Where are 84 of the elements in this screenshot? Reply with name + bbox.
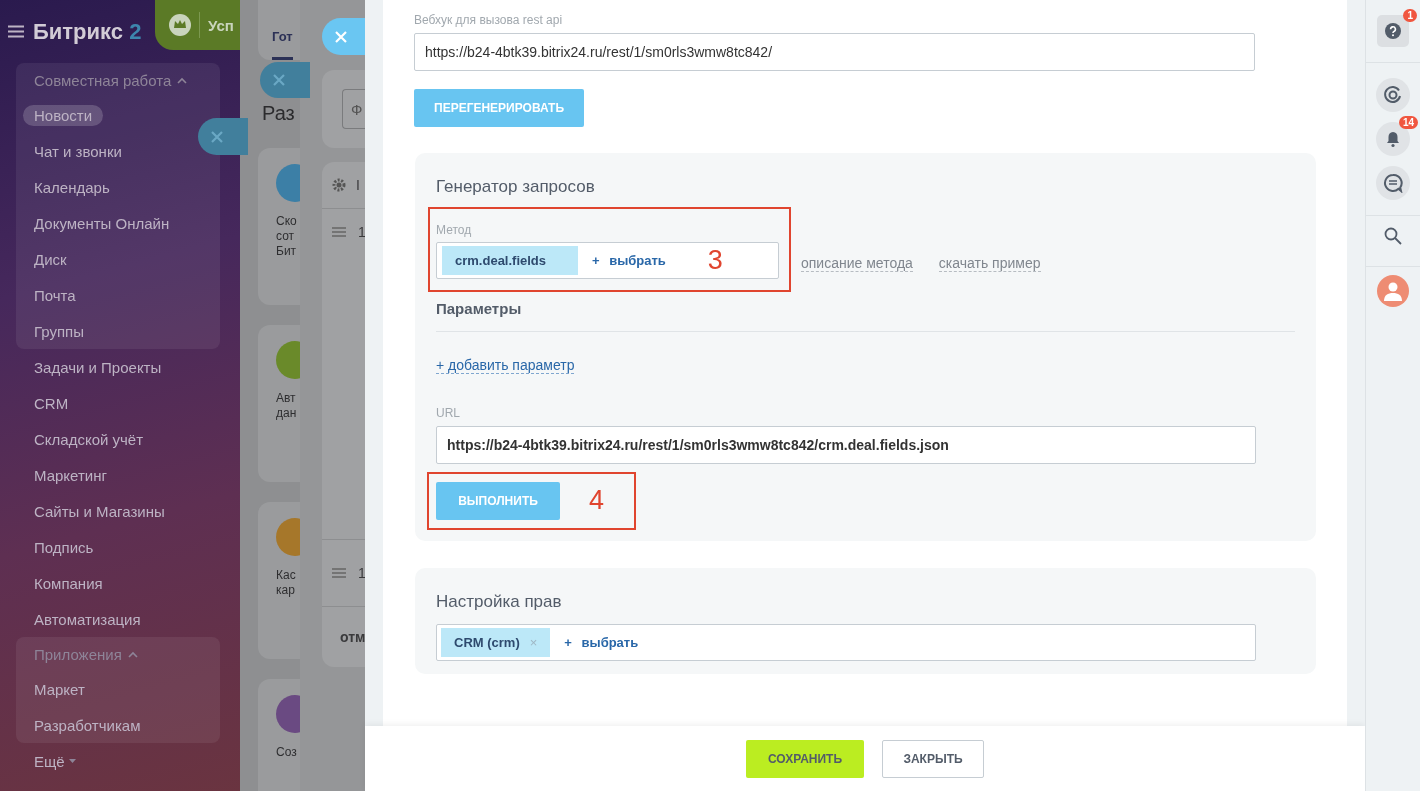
column-header[interactable]: I [356,177,360,193]
scope-tag: CRM (crm) × [441,628,551,657]
activity-button[interactable] [1376,78,1410,112]
card-text: Кас [276,568,297,583]
select-link[interactable]: + выбрать [564,635,639,650]
sidebar-item[interactable]: Задачи и Проекты [34,356,162,378]
cancel-link[interactable]: отм [340,629,366,645]
count-badge: 14 [1398,116,1418,129]
card-text: кар [276,583,296,598]
sidebar-item[interactable]: Складской учёт [34,428,144,450]
sidebar-item[interactable]: Разработчикам [34,714,141,736]
sidebar-item[interactable]: Маркетинг [34,464,107,486]
close-button[interactable] [322,18,365,55]
sidebar-item[interactable]: Новости [23,104,104,126]
dashed-link[interactable]: скачать пример [938,255,1041,272]
app-card[interactable]: Авт дан [258,325,300,482]
table-cell: 1 [358,565,366,581]
add-parameter-link[interactable]: + добавить параметр [436,357,575,374]
sidebar-item[interactable]: Сайты и Магазины [34,500,165,522]
field-label: Вебхук для вызова rest api [414,13,564,27]
avatar[interactable] [1377,275,1409,307]
caret-icon [68,759,76,763]
app-card[interactable]: Соз [258,679,300,791]
sidebar-item[interactable]: Диск [34,248,67,270]
sidebar-item[interactable]: Маркет [34,678,85,700]
chat-icon [1383,173,1403,193]
method-tag: crm.deal.fields [442,246,578,275]
table-cell: 1 [358,224,366,240]
card-text: дан [276,406,298,421]
section-title: Генератор запросов [436,177,596,197]
search-icon [1384,227,1402,245]
app-card[interactable]: Ско сот Бит [258,148,300,305]
chevron-icon [127,650,138,658]
chevron-icon [177,76,188,84]
card-text: Бит [276,244,298,259]
save-button[interactable]: СОХРАНИТЬ [746,739,864,778]
dashed-link[interactable]: описание метода [801,255,913,272]
logo[interactable]: Битрикс 2 [33,18,142,45]
crown-icon [169,14,191,36]
annotation-number: 3 [707,245,723,276]
sidebar-item[interactable]: Чат и звонки [34,140,122,162]
close-button[interactable]: ЗАКРЫТЬ [882,739,984,778]
sidebar-item[interactable]: Подпись [34,536,94,558]
select-link[interactable]: + выбрать [592,253,666,268]
app-card[interactable]: Кас кар [258,502,300,659]
annotation-number: 4 [589,485,605,516]
sidebar-item[interactable]: Группы [34,320,84,342]
section-title: Настройка прав [436,592,563,612]
help-button[interactable] [1377,15,1409,47]
card-text: сот [276,229,296,244]
refresh-icon [1383,85,1403,105]
sidebar-item[interactable]: Компания [34,572,103,594]
card-text: Соз [276,745,298,760]
more-link[interactable]: Ещё [34,752,65,770]
gear-icon[interactable] [332,178,346,192]
drag-handle-icon[interactable] [332,568,346,578]
close-icon [272,73,286,87]
url-field[interactable]: https://b24-4btk39.bitrix24.ru/rest/1/sm0rls3wmw8tc842/crm.deal.fields.json [436,426,1256,464]
chat-button[interactable] [1376,166,1410,200]
drag-handle-icon[interactable] [332,227,346,237]
user-icon [1384,281,1402,301]
close-icon [334,29,348,44]
subsection-title: Параметры [436,300,1295,332]
promo-badge[interactable]: Усп [155,0,240,50]
method-field[interactable]: crm.deal.fields + выбрать 3 [436,242,779,279]
sidebar-item[interactable]: CRM [34,392,69,414]
sidebar-item[interactable]: Почта [34,284,76,306]
sidebar-item[interactable]: Календарь [34,176,110,198]
card-text: Авт [276,391,297,406]
sidebar-item[interactable]: Документы Онлайн [34,212,170,234]
close-button[interactable] [198,118,248,155]
close-icon [210,129,224,144]
field-label: Метод [436,223,473,237]
url-field[interactable]: https://b24-4btk39.bitrix24.ru/rest/1/sm0rls3wmw8tc842/ [414,33,1255,71]
page-heading: Раз [262,102,295,124]
scope-field[interactable]: CRM (crm) × + выбрать [436,624,1256,661]
card-text: Ско [276,214,298,229]
count-badge: 1 [1403,9,1417,22]
field-label: URL [436,406,461,420]
bell-icon [1384,130,1402,148]
menu-icon[interactable] [8,25,24,38]
group-title[interactable]: Совместная работа [34,71,172,89]
sidebar-item[interactable]: Автоматизация [34,608,141,630]
help-icon [1385,23,1401,39]
